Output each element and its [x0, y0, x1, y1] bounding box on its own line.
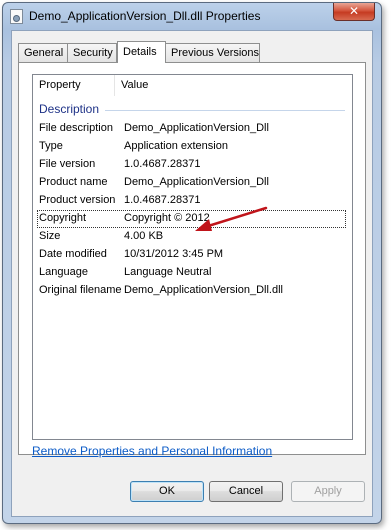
window-title: Demo_ApplicationVersion_Dll.dll Properti…	[29, 9, 261, 23]
tab-details[interactable]: Details	[117, 41, 166, 63]
details-listview[interactable]: Property Value Description File descript…	[32, 74, 353, 440]
property-name: Size	[39, 230, 61, 242]
tab-general[interactable]: General	[18, 43, 68, 62]
close-button[interactable]: ✕	[333, 3, 375, 21]
property-name: Product name	[39, 176, 108, 188]
group-label: Description	[39, 102, 106, 116]
cancel-button[interactable]: Cancel	[209, 481, 283, 502]
property-value: 4.00 KB	[124, 230, 164, 242]
listview-header: Property Value	[33, 75, 352, 96]
list-item[interactable]: Date modified 10/31/2012 3:45 PM	[33, 246, 352, 264]
column-header-value[interactable]: Value	[115, 75, 352, 96]
tab-security[interactable]: Security	[67, 43, 117, 62]
details-panel: Property Value Description File descript…	[18, 62, 366, 455]
property-name: Date modified	[39, 248, 107, 260]
title-bar[interactable]: Demo_ApplicationVersion_Dll.dll Properti…	[3, 3, 381, 29]
property-value: 10/31/2012 3:45 PM	[124, 248, 224, 260]
property-name: Language	[39, 266, 88, 278]
list-item[interactable]: Type Application extension	[33, 138, 352, 156]
remove-properties-link[interactable]: Remove Properties and Personal Informati…	[32, 444, 272, 458]
dialog-body: General Security Details Previous Versio…	[11, 30, 373, 517]
ok-button[interactable]: OK	[130, 481, 204, 502]
property-name: Original filename	[39, 284, 122, 296]
property-name: Type	[39, 140, 63, 152]
list-item[interactable]: Product name Demo_ApplicationVersion_Dll	[33, 174, 352, 192]
property-name: File version	[39, 158, 96, 170]
apply-button[interactable]: Apply	[291, 481, 365, 502]
property-name: Product version	[39, 194, 116, 206]
property-value: 1.0.4687.28371	[124, 194, 201, 206]
dll-file-icon	[10, 9, 23, 24]
annotation-arrow-icon	[195, 206, 268, 231]
column-header-property[interactable]: Property	[33, 75, 115, 96]
property-name: File description	[39, 122, 113, 134]
property-value: Demo_ApplicationVersion_Dll	[124, 176, 269, 188]
property-value: Language Neutral	[124, 266, 212, 278]
list-item[interactable]: Original filename Demo_ApplicationVersio…	[33, 282, 352, 300]
list-item[interactable]: Language Language Neutral	[33, 264, 352, 282]
property-value: 1.0.4687.28371	[124, 158, 201, 170]
list-item[interactable]: File version 1.0.4687.28371	[33, 156, 352, 174]
property-name: Copyright	[39, 212, 87, 224]
group-header-description: Description	[39, 102, 345, 116]
list-item-focused[interactable]: Copyright Copyright © 2012	[37, 210, 346, 228]
properties-dialog: Demo_ApplicationVersion_Dll.dll Properti…	[2, 2, 382, 524]
list-item[interactable]: File description Demo_ApplicationVersion…	[33, 120, 352, 138]
property-value: Demo_ApplicationVersion_Dll.dll	[124, 284, 283, 296]
property-value: Demo_ApplicationVersion_Dll	[124, 122, 269, 134]
tab-previous-versions[interactable]: Previous Versions	[165, 43, 260, 62]
property-value: Application extension	[124, 140, 228, 152]
